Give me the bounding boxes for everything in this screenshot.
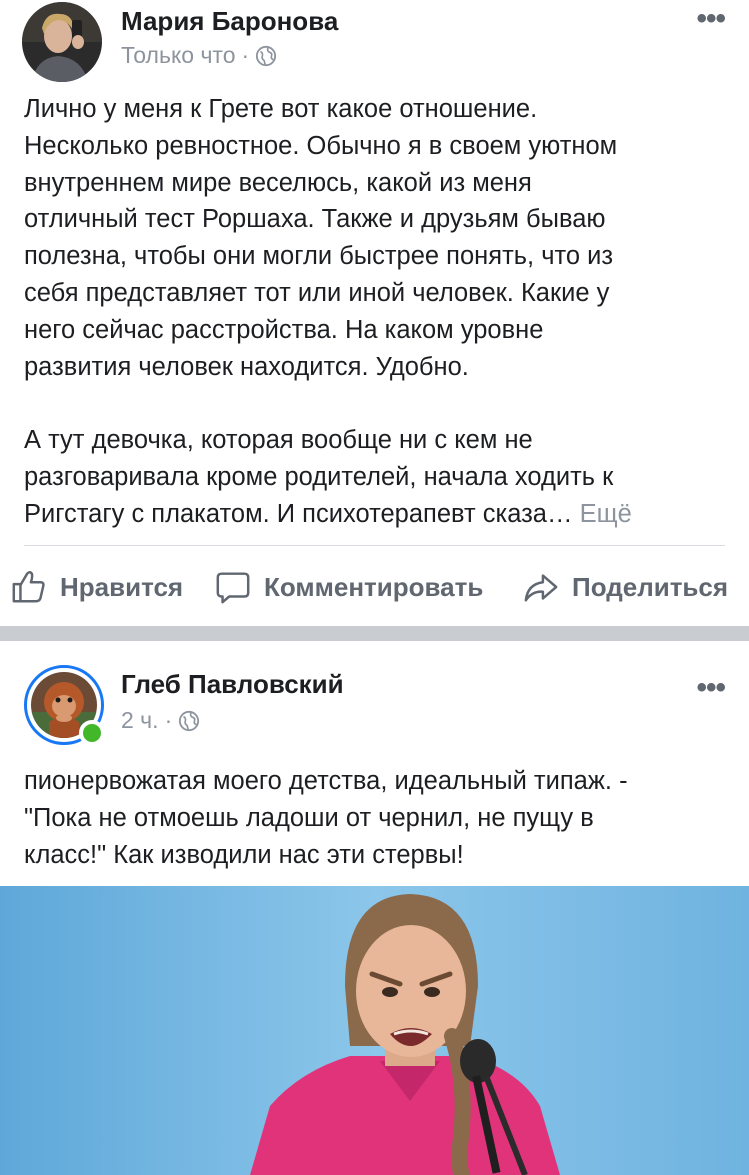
- author-avatar[interactable]: [22, 2, 102, 82]
- post-time[interactable]: Только что: [121, 42, 236, 69]
- share-button[interactable]: Поделиться: [522, 560, 728, 614]
- post-text-line: "Пока не отмоешь ладоши от чернил, не пу…: [24, 803, 594, 832]
- post-text-line: него сейчас расстройства. На каком уровн…: [24, 315, 544, 344]
- like-label: Нравится: [60, 571, 184, 602]
- post-card-1: Мария Баронова Только что · ••• Лично у …: [0, 0, 749, 626]
- post-body: пионервожатая моего детства, идеальный т…: [24, 763, 724, 873]
- post-text-line: полезна, чтобы они могли быстрее понять,…: [24, 242, 614, 271]
- share-label: Поделиться: [572, 571, 729, 602]
- action-bar: Нравится Комментировать Поделиться: [0, 560, 749, 614]
- author-name[interactable]: Мария Баронова: [121, 6, 338, 37]
- actions-divider: [24, 545, 725, 546]
- comment-bubble-icon: [216, 572, 250, 604]
- post-text-line: отличный тест Роршаха. Также и друзьям б…: [24, 205, 606, 234]
- post-text-line: Несколько ревностное. Обычно я в своем у…: [24, 131, 618, 160]
- post-text-line: класс!" Как изводили нас эти стервы!: [24, 840, 464, 869]
- photo-girl-at-microphone: [0, 886, 749, 1175]
- thumbs-up-icon: [12, 571, 45, 603]
- post-text-line: внутреннем мире веселюсь, какой из меня: [24, 168, 532, 197]
- post-text-line: А тут девочка, которая вообще ни с кем н…: [24, 426, 533, 455]
- share-arrow-icon: [524, 574, 558, 602]
- online-status-badge: [79, 720, 105, 746]
- feed-separator: [0, 626, 749, 641]
- post-card-2: Глеб Павловский 2 ч. · ••• пионервожатая…: [0, 641, 749, 1175]
- post-meta: 2 ч. ·: [121, 707, 200, 734]
- post-text-line: себя представляет тот или иной человек. …: [24, 278, 610, 307]
- post-text-line-last: Ригстагу с плакатом. И психотерапевт ска…: [24, 496, 724, 533]
- comment-button[interactable]: Комментировать: [214, 560, 483, 614]
- post-text-line: Лично у меня к Грете вот какое отношение…: [24, 95, 538, 123]
- author-name[interactable]: Глеб Павловский: [121, 669, 344, 700]
- post-text-line: пионервожатая моего детства, идеальный т…: [24, 767, 628, 795]
- globe-icon[interactable]: [178, 710, 200, 732]
- post-time[interactable]: 2 ч.: [121, 707, 159, 734]
- comment-label: Комментировать: [264, 571, 484, 602]
- like-button[interactable]: Нравится: [10, 560, 183, 614]
- post-photo[interactable]: [0, 886, 749, 1175]
- post-text-line: разговаривала кроме родителей, начала хо…: [24, 462, 614, 491]
- more-horizontal-icon[interactable]: •••: [696, 2, 725, 36]
- post-meta: Только что ·: [121, 42, 277, 69]
- see-more-link[interactable]: Ещё: [580, 500, 632, 528]
- avatar-photo: [22, 2, 102, 82]
- post-text-truncated: Ригстагу с плакатом. И психотерапевт ска…: [24, 499, 573, 528]
- meta-separator: ·: [241, 42, 250, 68]
- post-body: Лично у меня к Грете вот какое отношение…: [24, 91, 724, 533]
- globe-icon[interactable]: [255, 45, 277, 67]
- more-horizontal-icon[interactable]: •••: [696, 671, 725, 705]
- post-text-line: развития человек находится. Удобно.: [24, 352, 469, 381]
- meta-separator: ·: [164, 707, 173, 733]
